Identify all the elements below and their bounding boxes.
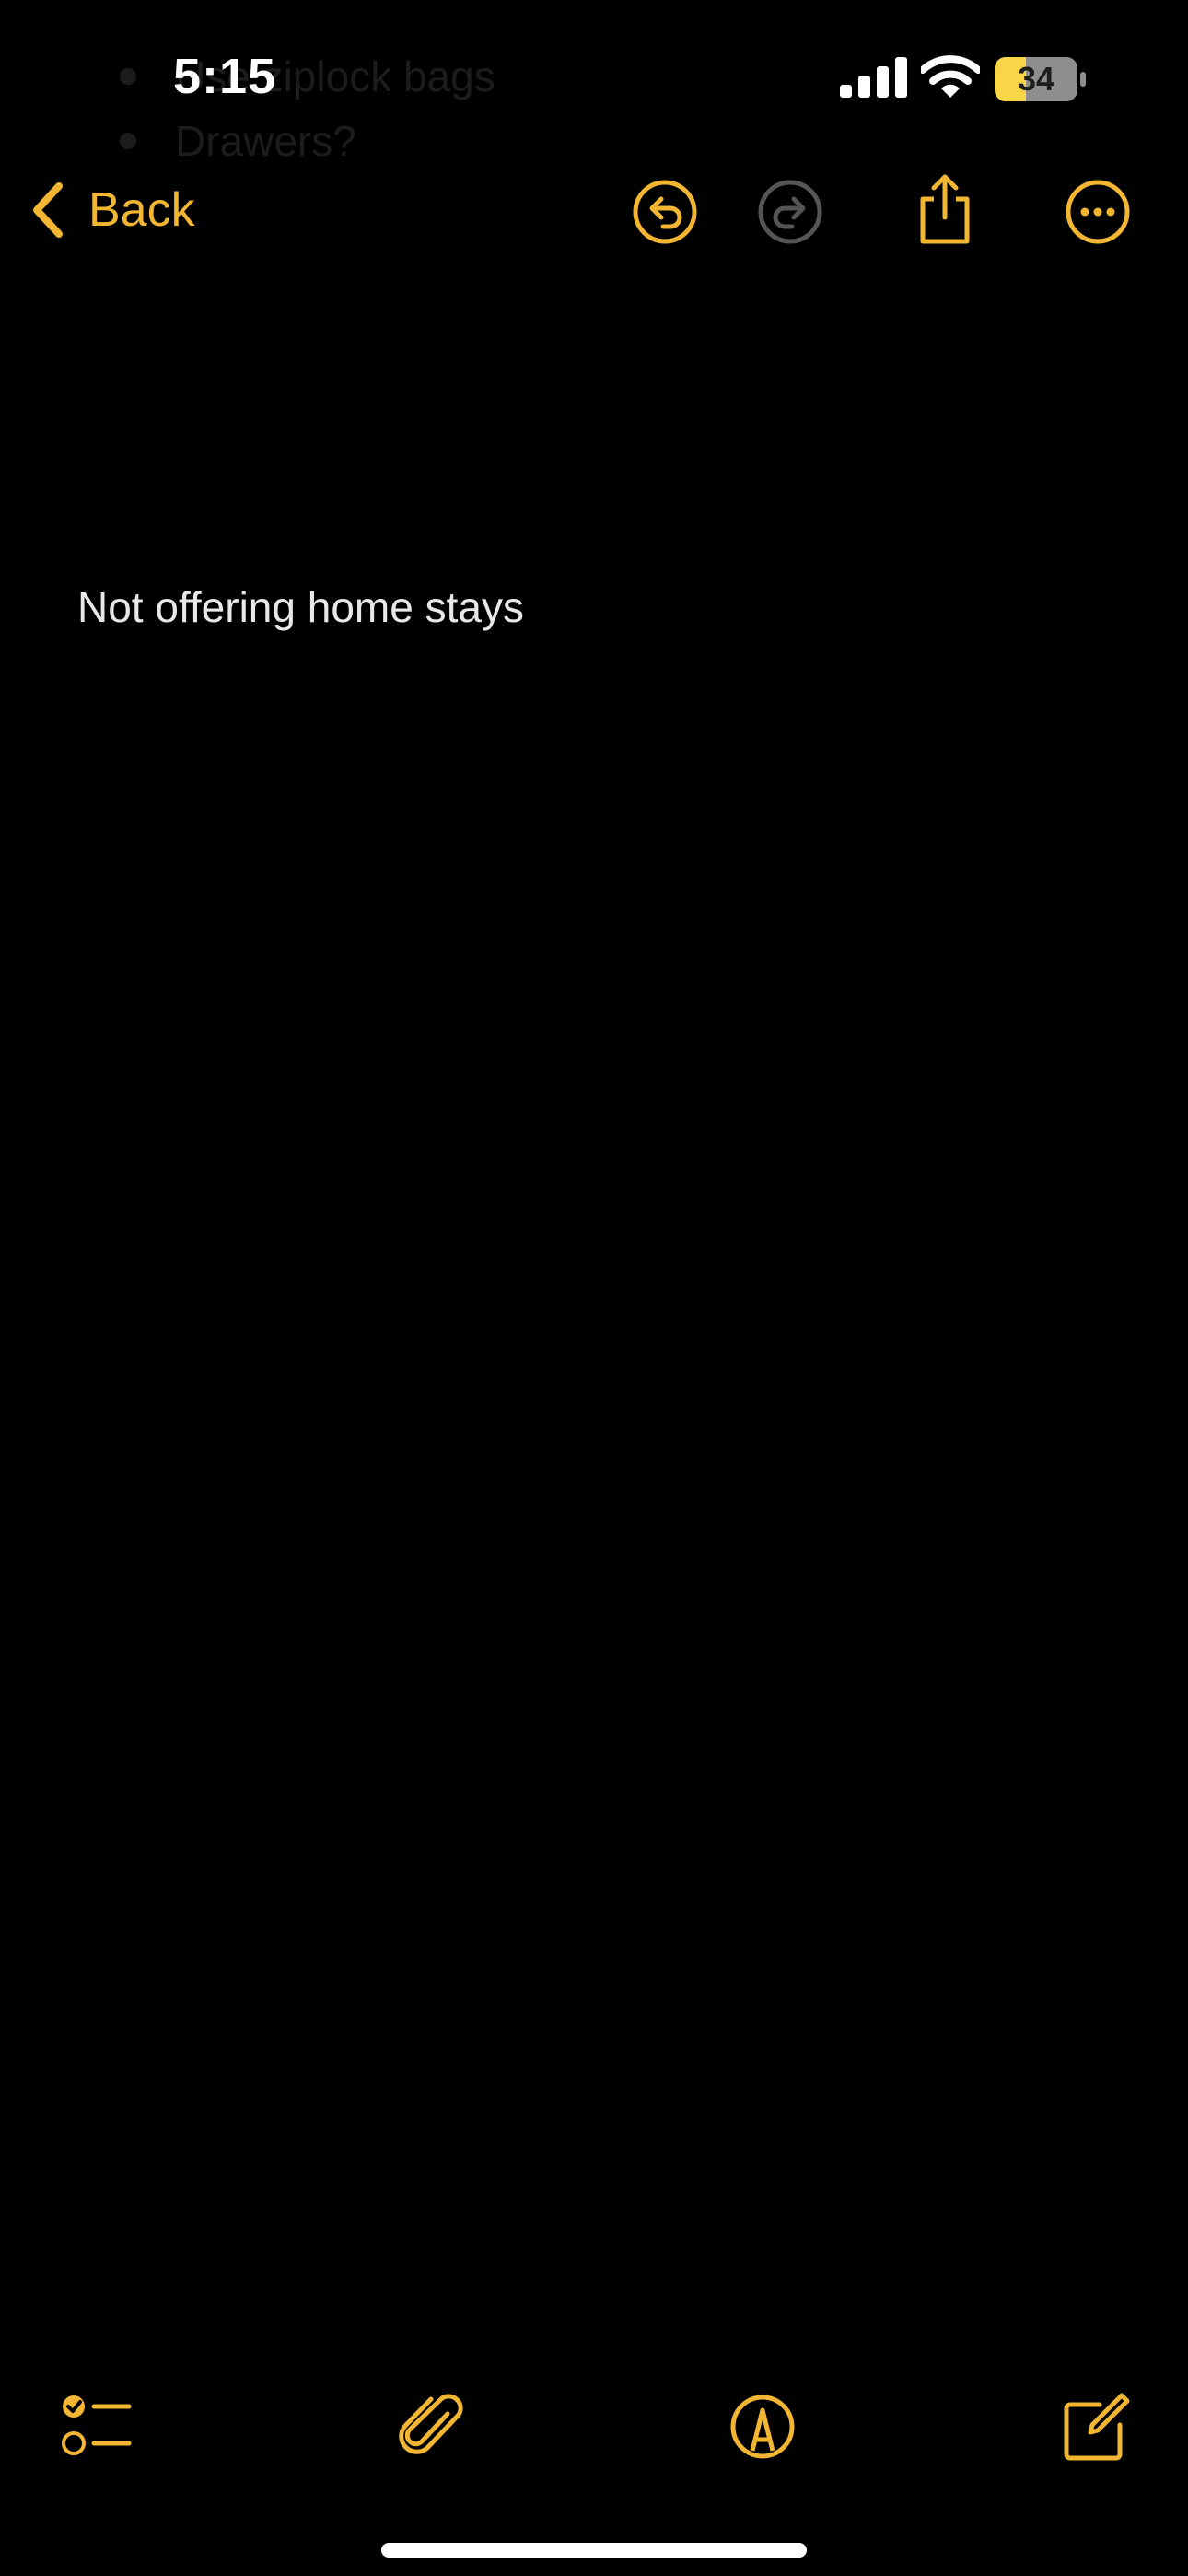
- note-body-text[interactable]: Not offering home stays: [77, 582, 524, 632]
- battery-level: 34: [1017, 60, 1055, 98]
- redo-icon: [758, 180, 822, 244]
- back-label: Back: [88, 183, 195, 237]
- back-button[interactable]: Back: [31, 173, 195, 247]
- redo-button[interactable]: [757, 179, 823, 245]
- status-time: 5:15: [173, 49, 277, 104]
- undo-icon: [633, 180, 697, 244]
- home-indicator[interactable]: [381, 2543, 807, 2558]
- chevron-left-icon: [33, 182, 63, 238]
- checklist-icon: [62, 2395, 132, 2455]
- markup-pen-icon: [730, 2395, 795, 2459]
- cellular-signal-icon: [840, 57, 907, 98]
- wifi-icon: [921, 55, 980, 98]
- share-icon: [920, 174, 970, 244]
- ghost-line: Drawers?: [120, 109, 672, 173]
- more-options-button[interactable]: [1065, 179, 1131, 245]
- checklist-button[interactable]: [59, 2390, 133, 2464]
- share-button[interactable]: [912, 171, 978, 245]
- undo-button[interactable]: [632, 179, 698, 245]
- more-icon: [1066, 180, 1130, 244]
- battery-indicator: 34: [995, 57, 1087, 106]
- attachment-button[interactable]: [396, 2390, 470, 2464]
- compose-icon: [1064, 2393, 1130, 2461]
- new-note-button[interactable]: [1059, 2390, 1133, 2464]
- paperclip-icon: [399, 2394, 463, 2454]
- markup-button[interactable]: [726, 2390, 799, 2464]
